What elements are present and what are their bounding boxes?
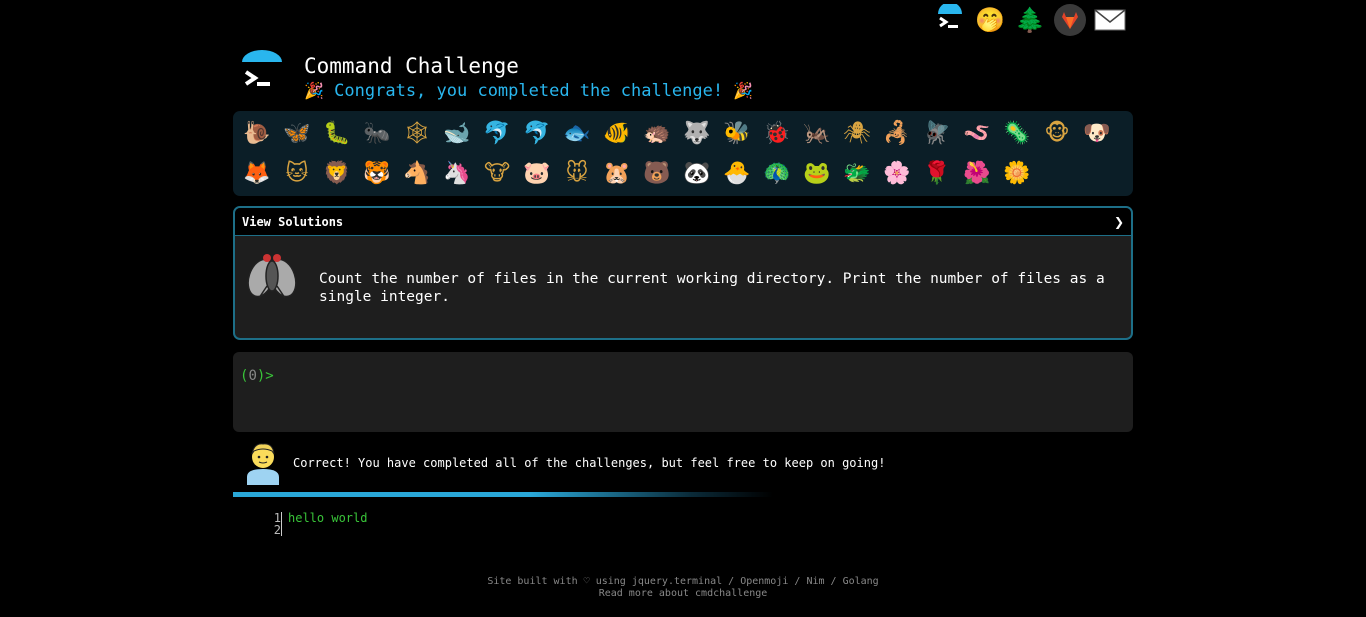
view-solutions-toggle[interactable]: View Solutions ❯ — [235, 208, 1131, 236]
challenge-icon[interactable]: 🐣 — [717, 154, 757, 194]
challenge-icon[interactable]: 🦄 — [437, 154, 477, 194]
congrats-text: Congrats, you completed the challenge! — [334, 81, 724, 101]
congrats-message: 🎉 Congrats, you completed the challenge!… — [304, 81, 753, 101]
golang-link[interactable]: Golang — [843, 576, 879, 587]
challenge-icon[interactable]: 🪰 — [917, 114, 957, 154]
challenge-icon[interactable]: 🕷 — [837, 114, 877, 154]
terminal-prompt: (0)> — [240, 368, 274, 384]
challenge-icon[interactable]: 🐷 — [517, 154, 557, 194]
challenge-icon[interactable]: 🕸 — [397, 114, 437, 154]
challenge-icon[interactable]: 🐲 — [837, 154, 877, 194]
challenge-icon[interactable]: 🌸 — [877, 154, 917, 194]
challenge-icon[interactable]: 🦠 — [997, 114, 1037, 154]
code-line: hello world — [288, 511, 368, 525]
challenge-icon[interactable]: 🦂 — [877, 114, 917, 154]
gutter-divider — [281, 512, 282, 536]
challenge-icon[interactable]: 🐮 — [477, 154, 517, 194]
challenge-icon[interactable]: 🐱 — [277, 154, 317, 194]
challenge-icon[interactable]: 🐝 — [717, 114, 757, 154]
view-solutions-label: View Solutions — [242, 214, 344, 229]
openmoji-link[interactable]: Openmoji — [740, 576, 788, 587]
challenge-icon[interactable]: 🐟 — [557, 114, 597, 154]
challenge-icon[interactable]: 🐻 — [637, 154, 677, 194]
jquery-terminal-link[interactable]: jquery.terminal — [632, 576, 722, 587]
line-number: 2 — [273, 523, 281, 537]
line-gutter: 1 2 — [233, 512, 281, 536]
challenge-description: Count the number of files in the current… — [235, 236, 1131, 339]
party-popper-icon: 🎉 — [733, 81, 754, 100]
challenge-icon[interactable]: 🐋 — [437, 114, 477, 154]
terminal-logo-icon[interactable] — [934, 4, 966, 36]
person-icon — [245, 441, 281, 485]
solutions-panel: View Solutions ❯ Count the number of fil… — [233, 206, 1133, 340]
fly-icon — [247, 248, 297, 302]
progress-bar — [233, 492, 773, 497]
challenge-icon[interactable]: 🐛 — [317, 114, 357, 154]
challenge-icon[interactable]: 🦋 — [277, 114, 317, 154]
face-with-hand-over-mouth-icon[interactable]: 🤭 — [974, 4, 1006, 36]
challenge-icon[interactable]: 🦚 — [757, 154, 797, 194]
gitlab-icon[interactable] — [1054, 4, 1086, 36]
terminal-logo-icon — [240, 50, 284, 94]
challenge-icon[interactable]: 🐶 — [1077, 114, 1117, 154]
challenge-icon[interactable]: 🦗 — [797, 114, 837, 154]
code-editor[interactable]: 1 2 hello world — [233, 512, 1133, 538]
result-text: Correct! You have completed all of the c… — [293, 456, 886, 470]
envelope-icon[interactable] — [1094, 4, 1126, 36]
challenge-icon[interactable]: 🐼 — [677, 154, 717, 194]
challenge-icon[interactable]: 🐬 — [477, 114, 517, 154]
challenge-icon[interactable]: 🦁 — [317, 154, 357, 194]
top-nav: 🤭 🌲 — [934, 4, 1126, 36]
challenge-icon[interactable]: 🦊 — [237, 154, 277, 194]
challenge-icon[interactable]: 🐞 — [757, 114, 797, 154]
footer-credits: Site built with ♡ using jquery.terminal … — [487, 576, 879, 587]
nim-link[interactable]: Nim — [806, 576, 824, 587]
challenge-icon[interactable]: 🐠 — [597, 114, 637, 154]
challenge-icon[interactable]: 🐹 — [597, 154, 637, 194]
challenge-icon[interactable]: 🐸 — [797, 154, 837, 194]
page-title: Command Challenge — [304, 54, 519, 78]
challenge-icon[interactable]: 🐯 — [357, 154, 397, 194]
code-lines: hello world — [288, 512, 367, 524]
challenge-icon[interactable]: 🌼 — [997, 154, 1037, 194]
page-header: Command Challenge 🎉 Congrats, you comple… — [238, 48, 1133, 106]
evergreen-tree-icon[interactable]: 🌲 — [1014, 4, 1046, 36]
challenge-icon[interactable]: 🐴 — [397, 154, 437, 194]
challenge-icon[interactable]: 🐭 — [557, 154, 597, 194]
read-more-link[interactable]: Read more about cmdchallenge — [599, 588, 768, 599]
challenge-grid: 🐌 🦋 🐛 🐜 🕸 🐋 🐬 🐬 🐟 🐠 🦔 🐺 🐝 🐞 🦗 🕷 🦂 🪰 🪱 🦠 🐵 🐶 🦊 🐱 🦁 🐯 🐴 🦄 🐮 🐷 🐭 🐹 🐻 🐼 🐣 🦚 🐸 🐲 🌸 🌹… — [233, 111, 1133, 196]
terminal[interactable]: (0)> — [233, 352, 1133, 432]
challenge-icon[interactable]: 🌺 — [957, 154, 997, 194]
challenge-icon[interactable]: 🐌 — [237, 114, 277, 154]
task-text: Count the number of files in the current… — [319, 271, 1105, 305]
footer: Site built with ♡ using jquery.terminal … — [0, 576, 1366, 600]
chevron-right-icon: ❯ — [1113, 214, 1124, 229]
challenge-icon[interactable]: 🐵 — [1037, 114, 1077, 154]
party-popper-icon: 🎉 — [304, 81, 324, 100]
challenge-icon[interactable]: 🌹 — [917, 154, 957, 194]
challenge-icon[interactable]: 🪱 — [957, 114, 997, 154]
challenge-icon[interactable]: 🐬 — [517, 114, 557, 154]
challenge-icon[interactable]: 🐺 — [677, 114, 717, 154]
challenge-icon[interactable]: 🐜 — [357, 114, 397, 154]
result-message: Correct! You have completed all of the c… — [233, 441, 1133, 487]
challenge-icon[interactable]: 🦔 — [637, 114, 677, 154]
